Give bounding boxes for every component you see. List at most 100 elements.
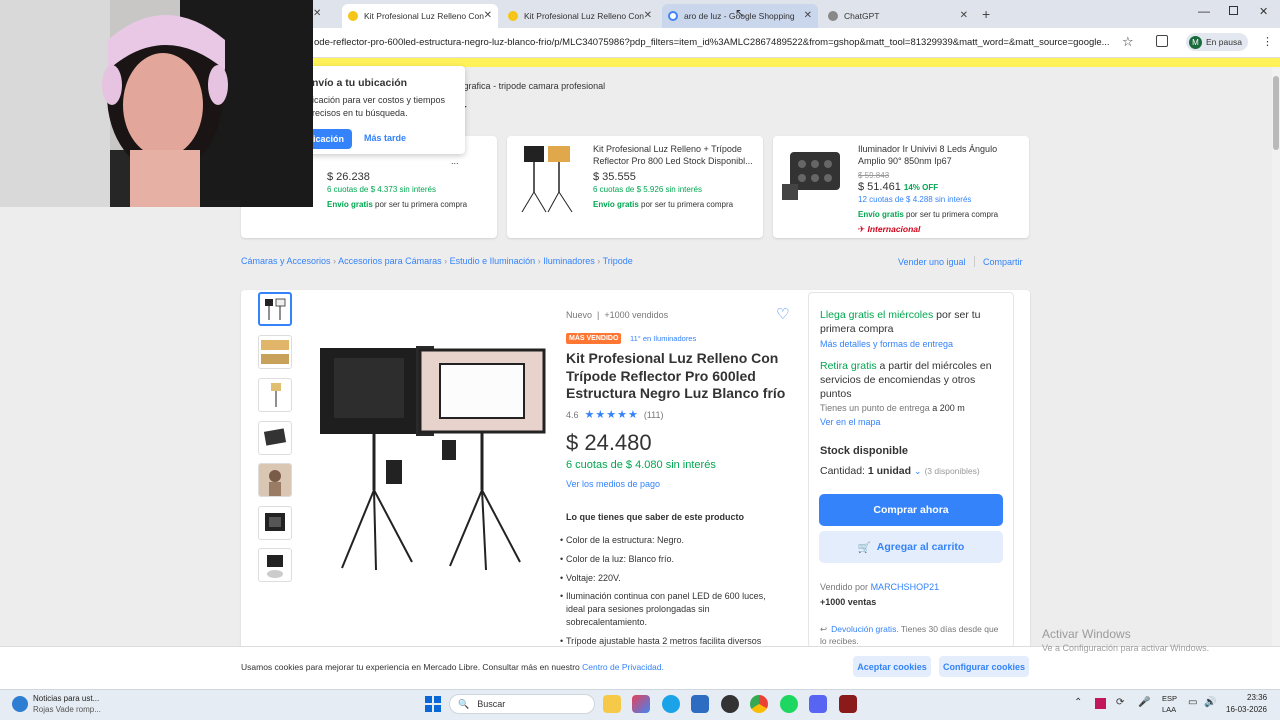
tab-close-icon[interactable]: ✕ <box>804 10 812 21</box>
activate-windows-text: Ve a Configuración para activar Windows. <box>1042 643 1210 653</box>
product-condition-sold: Nuevo | +1000 vendidos <box>566 310 669 320</box>
pickup-point-info: Tienes un punto de entrega a 200 m <box>820 403 965 413</box>
category-rank-link[interactable]: 11° en Iluminadores <box>630 334 696 343</box>
language-code[interactable]: ESP <box>1162 694 1177 703</box>
product-rating[interactable]: 4.6 ★★★★★ (111) <box>566 408 664 421</box>
sell-similar-link[interactable]: Vender uno igual <box>898 257 966 267</box>
recommendation-price-1: $ 26.238 <box>327 171 370 183</box>
recommendation-image-3 <box>782 152 840 200</box>
thumbnail-3[interactable] <box>258 378 292 412</box>
weather-news-icon[interactable] <box>12 696 28 712</box>
delivery-details-link[interactable]: Más detalles y formas de entrega <box>820 339 953 349</box>
file-explorer-icon[interactable] <box>603 695 621 713</box>
accept-cookies-button[interactable]: Aceptar cookies <box>853 656 931 677</box>
thumbnail-7[interactable] <box>258 548 292 582</box>
prev-tab-close-icon[interactable]: ✕ <box>313 8 321 19</box>
profile-avatar: M <box>1189 35 1202 49</box>
extensions-icon[interactable] <box>1156 35 1168 47</box>
app-a-icon[interactable] <box>839 695 857 713</box>
profile-button[interactable]: M En pausa <box>1186 33 1248 51</box>
buy-now-button[interactable]: Comprar ahora <box>819 494 1003 526</box>
store-icon[interactable] <box>691 695 709 713</box>
cookie-text: Usamos cookies para mejorar tu experienc… <box>241 662 664 672</box>
qty-available: (3 disponibles) <box>924 466 980 476</box>
search-icon: 🔍 <box>458 698 470 709</box>
spotify-icon[interactable] <box>780 695 798 713</box>
stock-status: Stock disponible <box>820 445 909 457</box>
recommendation-title-3: Iluminador Ir Univivi 8 Leds Ángulo Ampl… <box>858 144 998 166</box>
window-close-icon[interactable]: ✕ <box>1259 5 1268 18</box>
product-title: Kit Profesional Luz Relleno Con Trípode … <box>566 350 786 401</box>
page-scrollbar[interactable] <box>1272 67 1280 689</box>
breadcrumb-item[interactable]: Accesorios para Cámaras <box>338 256 442 266</box>
quantity-selector[interactable]: Cantidad: 1 unidad ⌄ (3 disponibles) <box>820 465 980 477</box>
taskbar-search-box[interactable]: 🔍 Buscar <box>449 694 595 714</box>
copilot-icon[interactable] <box>632 695 650 713</box>
tray-mic-icon[interactable]: 🎤 <box>1138 697 1150 708</box>
thumbnail-4[interactable] <box>258 421 292 455</box>
tab-close-icon[interactable]: ✕ <box>644 10 652 21</box>
delivery-info: Llega gratis el miércoles por ser tu pri… <box>820 308 1004 336</box>
thumbnail-1[interactable] <box>258 292 292 326</box>
news-widget-title[interactable]: Noticias para ust... <box>33 694 99 703</box>
thumbnail-6[interactable] <box>258 506 292 540</box>
scrollbar-thumb[interactable] <box>1273 76 1279 150</box>
chrome-icon[interactable] <box>750 695 768 713</box>
app-icon[interactable] <box>721 695 739 713</box>
rec-shipping-note: por ser tu primera compra <box>641 200 734 209</box>
network-icon[interactable]: ▭ <box>1188 697 1197 708</box>
privacy-center-link[interactable]: Centro de Privacidad. <box>582 662 664 672</box>
clock-date: 16-03-2026 <box>1226 705 1267 714</box>
edge-icon[interactable] <box>662 695 680 713</box>
discord-icon[interactable] <box>809 695 827 713</box>
keyboard-layout: LAA <box>1162 705 1177 714</box>
google-favicon-icon <box>668 11 678 21</box>
tray-app-icon[interactable] <box>1095 698 1106 709</box>
clock-time[interactable]: 23:36 <box>1247 693 1267 702</box>
breadcrumb-item[interactable]: Cámaras y Accesorios <box>241 256 331 266</box>
review-count: (111) <box>643 409 664 420</box>
thumbnail-5[interactable] <box>258 463 292 497</box>
thumbnail-2[interactable] <box>258 335 292 369</box>
new-tab-button[interactable]: + <box>982 6 990 22</box>
recommendation-installments-3: 12 cuotas de $ 4.288 sin interés <box>858 195 972 204</box>
breadcrumb-item[interactable]: Estudio e Iluminación <box>450 256 536 266</box>
product-main-image <box>320 346 546 571</box>
favorite-heart-icon[interactable]: ♡ <box>776 305 789 323</box>
seller-name-link[interactable]: MARCHSHOP21 <box>871 582 940 592</box>
add-to-cart-button[interactable]: 🛒 Agregar al carrito <box>819 531 1003 563</box>
breadcrumb-item[interactable]: Tripode <box>603 256 633 266</box>
return-link[interactable]: Devolución gratis. <box>831 624 899 634</box>
mercadolibre-favicon-icon <box>508 11 518 21</box>
configure-cookies-button[interactable]: Configurar cookies <box>939 656 1029 677</box>
payment-methods-link[interactable]: Ver los medios de pago <box>566 479 660 489</box>
rec-shipping-strong: Envío gratis <box>858 210 904 219</box>
volume-icon[interactable]: 🔊 <box>1204 697 1216 708</box>
maximize-icon[interactable] <box>1229 6 1238 15</box>
taskbar-search-label: Buscar <box>477 699 506 709</box>
feature-item: Color de la estructura: Negro. <box>560 534 786 547</box>
cookie-message: Usamos cookies para mejorar tu experienc… <box>241 662 580 672</box>
windows-start-icon[interactable] <box>425 696 441 712</box>
url-field[interactable]: ode-reflector-pro-600led-estructura-negr… <box>314 37 1114 48</box>
product-sold: +1000 vendidos <box>604 310 669 320</box>
share-link[interactable]: Compartir <box>983 257 1023 267</box>
tab-2[interactable]: Kit Profesional Luz Relleno Con ✕ <box>502 4 658 28</box>
location-popup-text: icación para ver costos y tiempos reciso… <box>312 95 446 118</box>
tray-sync-icon[interactable]: ⟳ <box>1116 697 1124 708</box>
bookmark-star-icon[interactable]: ☆ <box>1122 34 1134 50</box>
rec-title-text-2: ... <box>451 156 459 166</box>
feature-item: Color de la luz: Blanco frío. <box>560 553 786 566</box>
mercadolibre-favicon-icon <box>348 11 358 21</box>
tab-4[interactable]: ChatGPT ✕ <box>822 4 974 28</box>
tab-1[interactable]: Kit Profesional Luz Relleno Con ✕ <box>342 4 498 28</box>
tray-chevron-icon[interactable]: ⌃ <box>1074 697 1082 708</box>
tab-close-icon[interactable]: ✕ <box>960 10 968 21</box>
tab-close-icon[interactable]: ✕ <box>484 10 492 21</box>
minimize-icon[interactable]: — <box>1198 4 1210 18</box>
breadcrumb-item[interactable]: Iluminadores <box>543 256 595 266</box>
map-link[interactable]: Ver en el mapa <box>820 417 881 427</box>
browser-menu-icon[interactable]: ⋮ <box>1262 35 1273 48</box>
location-later-button[interactable]: Más tarde <box>364 133 406 143</box>
return-info: ↩ Devolución gratis. Tienes 30 días desde… <box>820 623 1004 647</box>
